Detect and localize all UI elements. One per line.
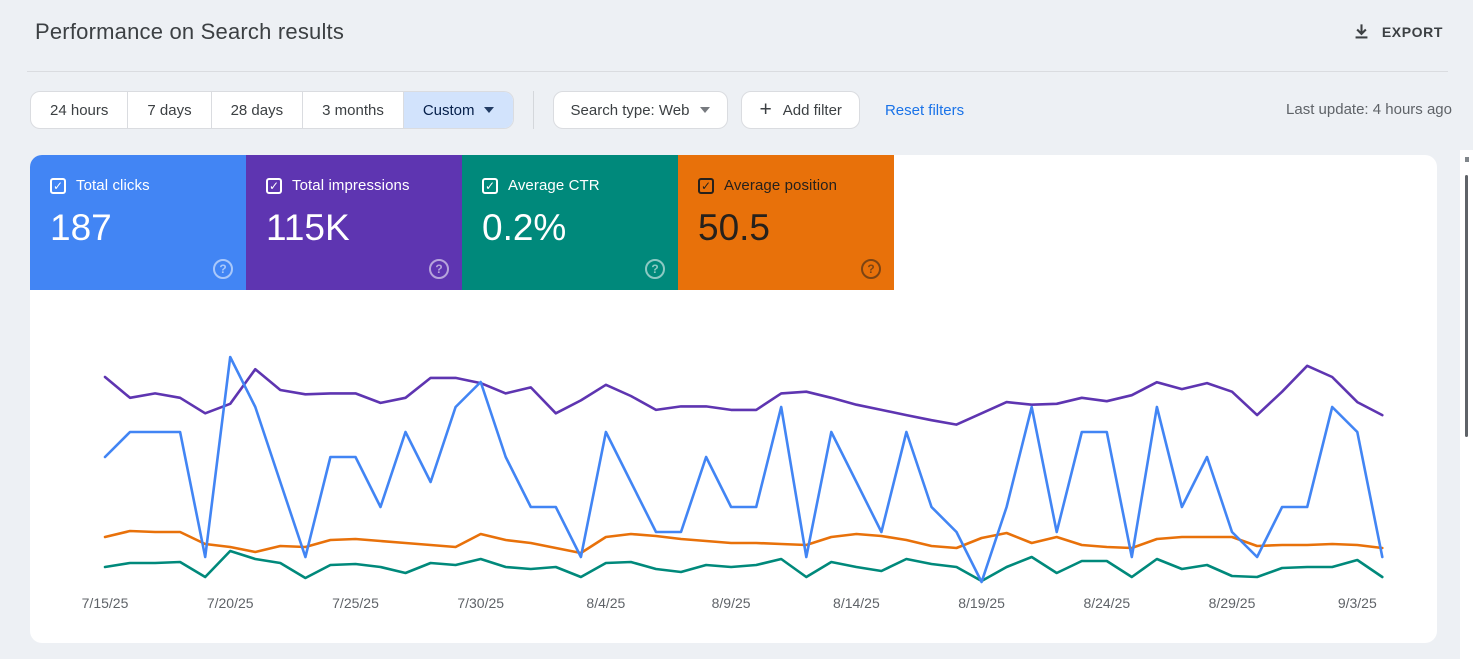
range-custom[interactable]: Custom xyxy=(402,92,513,128)
x-axis-label: 7/30/25 xyxy=(457,595,504,611)
metric-label: Average position xyxy=(724,177,838,194)
x-axis-label: 9/3/25 xyxy=(1338,595,1377,611)
page-title: Performance on Search results xyxy=(35,19,345,44)
metric-head: ✓ Average position xyxy=(678,155,894,194)
help-icon[interactable]: ? xyxy=(213,259,233,279)
reset-filters-link[interactable]: Reset filters xyxy=(885,102,964,119)
x-axis-label: 8/9/25 xyxy=(712,595,751,611)
metric-head: ✓ Average CTR xyxy=(462,155,678,194)
series-line-ctr xyxy=(103,549,1384,583)
checkbox-checked-icon[interactable]: ✓ xyxy=(482,177,498,194)
add-filter-label: Add filter xyxy=(782,101,842,119)
metric-cards: ✓ Total clicks 187 ? ✓ Total impressions… xyxy=(30,155,1437,290)
range-7-days[interactable]: 7 days xyxy=(127,92,210,128)
x-axis-label: 8/29/25 xyxy=(1209,595,1256,611)
series-line-clicks xyxy=(103,355,1384,584)
metric-value: 187 xyxy=(50,207,112,248)
metric-label: Average CTR xyxy=(508,177,600,194)
metric-card-average-ctr[interactable]: ✓ Average CTR 0.2% ? xyxy=(462,155,678,290)
help-icon[interactable]: ? xyxy=(861,259,881,279)
range-3-months[interactable]: 3 months xyxy=(302,92,403,128)
performance-panel: ✓ Total clicks 187 ? ✓ Total impressions… xyxy=(30,155,1437,643)
range-24-hours[interactable]: 24 hours xyxy=(31,92,127,128)
search-type-label: Search type: Web xyxy=(570,101,690,119)
x-axis-label: 8/14/25 xyxy=(833,595,880,611)
range-label: 7 days xyxy=(147,101,192,119)
metric-head: ✓ Total clicks xyxy=(30,155,246,194)
download-icon xyxy=(1352,22,1371,41)
metric-card-total-impressions[interactable]: ✓ Total impressions 115K ? xyxy=(246,155,462,290)
chevron-down-icon xyxy=(483,107,494,113)
x-axis-label: 8/4/25 xyxy=(586,595,625,611)
add-filter-button[interactable]: + Add filter xyxy=(741,91,860,129)
export-label: EXPORT xyxy=(1381,23,1443,40)
range-label: 3 months xyxy=(322,101,384,119)
search-type-dropdown[interactable]: Search type: Web xyxy=(552,91,729,129)
range-28-days[interactable]: 28 days xyxy=(210,92,303,128)
metric-value: 115K xyxy=(266,207,350,248)
range-label: 24 hours xyxy=(50,101,109,119)
checkbox-checked-icon[interactable]: ✓ xyxy=(698,177,714,194)
x-axis-label: 7/15/25 xyxy=(82,595,129,611)
performance-line-chart[interactable]: 7/15/25 7/20/25 7/25/25 7/30/25 8/4/25 8/9/25… xyxy=(30,290,1437,643)
metric-head: ✓ Total impressions xyxy=(246,155,462,194)
chevron-down-icon xyxy=(700,107,711,113)
help-icon[interactable]: ? xyxy=(645,259,665,279)
scrollbar-track[interactable] xyxy=(1460,150,1473,659)
x-axis-label: 7/25/25 xyxy=(332,595,379,611)
series-line-impressions xyxy=(103,364,1384,426)
x-axis-label: 8/19/25 xyxy=(958,595,1005,611)
filter-divider xyxy=(532,91,534,129)
checkbox-checked-icon[interactable]: ✓ xyxy=(50,177,66,194)
range-label: Custom xyxy=(422,101,475,119)
help-icon[interactable]: ? xyxy=(429,259,449,279)
last-update-text: Last update: 4 hours ago xyxy=(1286,101,1452,118)
x-axis-label: 7/20/25 xyxy=(207,595,254,611)
metric-value: 0.2% xyxy=(482,207,567,248)
metric-value: 50.5 xyxy=(698,207,771,248)
metric-card-total-clicks[interactable]: ✓ Total clicks 187 ? xyxy=(30,155,246,290)
scrollbar-arrow[interactable] xyxy=(1465,157,1469,162)
header-divider xyxy=(27,71,1448,72)
metric-label: Total clicks xyxy=(76,177,150,194)
metric-label: Total impressions xyxy=(292,177,410,194)
plus-icon: + xyxy=(759,97,772,121)
date-range-group: 24 hours 7 days 28 days 3 months Custom xyxy=(30,91,514,129)
export-button[interactable]: EXPORT xyxy=(1342,16,1453,47)
x-axis-label: 8/24/25 xyxy=(1083,595,1130,611)
scrollbar-thumb[interactable] xyxy=(1465,175,1468,437)
metric-card-average-position[interactable]: ✓ Average position 50.5 ? xyxy=(678,155,894,290)
range-label: 28 days xyxy=(230,101,284,119)
checkbox-checked-icon[interactable]: ✓ xyxy=(266,177,282,194)
filter-bar: 24 hours 7 days 28 days 3 months Custom … xyxy=(30,91,964,129)
